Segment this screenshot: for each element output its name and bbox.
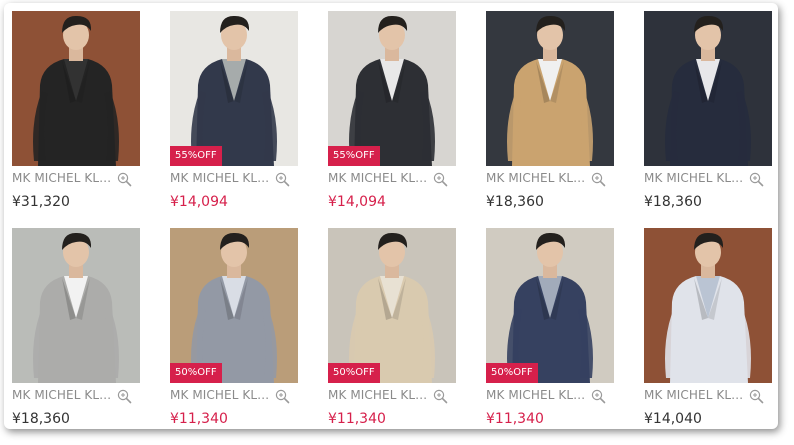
discount-badge: 50%OFF xyxy=(486,363,538,383)
brand-row: MK MICHEL KL… xyxy=(644,171,784,189)
product-card[interactable]: 55%OFF MK MICHEL KL… ¥14,094 xyxy=(170,11,310,219)
zoom-in-icon[interactable] xyxy=(117,389,132,404)
brand-row: MK MICHEL KL… xyxy=(644,388,784,406)
product-card[interactable]: 50%OFF MK MICHEL KL… ¥11,340 xyxy=(328,228,468,436)
zoom-in-icon[interactable] xyxy=(433,172,448,187)
sale-price: ¥11,340 xyxy=(486,411,544,427)
brand-name[interactable]: MK MICHEL KL… xyxy=(486,171,585,185)
product-image[interactable]: 55%OFF xyxy=(328,11,456,166)
product-card[interactable]: MK MICHEL KL… ¥14,040 xyxy=(644,228,784,436)
product-card[interactable]: 50%OFF MK MICHEL KL… ¥11,340 xyxy=(170,228,310,436)
discount-badge: 50%OFF xyxy=(170,363,222,383)
zoom-in-icon[interactable] xyxy=(591,172,606,187)
brand-name[interactable]: MK MICHEL KL… xyxy=(12,388,111,402)
discount-badge: 50%OFF xyxy=(328,363,380,383)
price: ¥14,040 xyxy=(644,411,702,427)
product-image[interactable]: 55%OFF xyxy=(170,11,298,166)
zoom-in-icon[interactable] xyxy=(433,389,448,404)
brand-row: MK MICHEL KL… xyxy=(486,171,626,189)
brand-row: MK MICHEL KL… xyxy=(170,171,310,189)
brand-row: MK MICHEL KL… xyxy=(12,171,152,189)
product-image[interactable] xyxy=(12,11,140,166)
brand-name[interactable]: MK MICHEL KL… xyxy=(644,171,743,185)
zoom-in-icon[interactable] xyxy=(275,389,290,404)
zoom-in-icon[interactable] xyxy=(749,389,764,404)
brand-row: MK MICHEL KL… xyxy=(328,171,468,189)
discount-badge: 55%OFF xyxy=(170,146,222,166)
product-card[interactable]: MK MICHEL KL… ¥31,320 xyxy=(12,11,152,219)
brand-row: MK MICHEL KL… xyxy=(170,388,310,406)
price: ¥18,360 xyxy=(12,411,70,427)
brand-name[interactable]: MK MICHEL KL… xyxy=(170,171,269,185)
product-image[interactable]: 50%OFF xyxy=(328,228,456,383)
product-card[interactable]: MK MICHEL KL… ¥18,360 xyxy=(12,228,152,436)
brand-name[interactable]: MK MICHEL KL… xyxy=(328,171,427,185)
product-image[interactable]: 50%OFF xyxy=(170,228,298,383)
sale-price: ¥14,094 xyxy=(170,194,228,210)
product-card[interactable]: 50%OFF MK MICHEL KL… ¥11,340 xyxy=(486,228,626,436)
brand-name[interactable]: MK MICHEL KL… xyxy=(170,388,269,402)
brand-row: MK MICHEL KL… xyxy=(12,388,152,406)
price: ¥18,360 xyxy=(644,194,702,210)
product-grid: MK MICHEL KL… ¥31,320 55%OFF MK MICHEL KL… xyxy=(0,0,794,445)
brand-name[interactable]: MK MICHEL KL… xyxy=(12,171,111,185)
product-image[interactable] xyxy=(644,11,772,166)
brand-name[interactable]: MK MICHEL KL… xyxy=(486,388,585,402)
sale-price: ¥11,340 xyxy=(328,411,386,427)
product-image[interactable] xyxy=(644,228,772,383)
brand-name[interactable]: MK MICHEL KL… xyxy=(644,388,743,402)
brand-row: MK MICHEL KL… xyxy=(328,388,468,406)
zoom-in-icon[interactable] xyxy=(275,172,290,187)
product-image[interactable]: 50%OFF xyxy=(486,228,614,383)
sale-price: ¥11,340 xyxy=(170,411,228,427)
product-card[interactable]: MK MICHEL KL… ¥18,360 xyxy=(486,11,626,219)
price: ¥18,360 xyxy=(486,194,544,210)
zoom-in-icon[interactable] xyxy=(749,172,764,187)
zoom-in-icon[interactable] xyxy=(591,389,606,404)
brand-name[interactable]: MK MICHEL KL… xyxy=(328,388,427,402)
product-card[interactable]: 55%OFF MK MICHEL KL… ¥14,094 xyxy=(328,11,468,219)
brand-row: MK MICHEL KL… xyxy=(486,388,626,406)
product-card[interactable]: MK MICHEL KL… ¥18,360 xyxy=(644,11,784,219)
product-image[interactable] xyxy=(12,228,140,383)
discount-badge: 55%OFF xyxy=(328,146,380,166)
product-image[interactable] xyxy=(486,11,614,166)
zoom-in-icon[interactable] xyxy=(117,172,132,187)
price: ¥31,320 xyxy=(12,194,70,210)
sale-price: ¥14,094 xyxy=(328,194,386,210)
